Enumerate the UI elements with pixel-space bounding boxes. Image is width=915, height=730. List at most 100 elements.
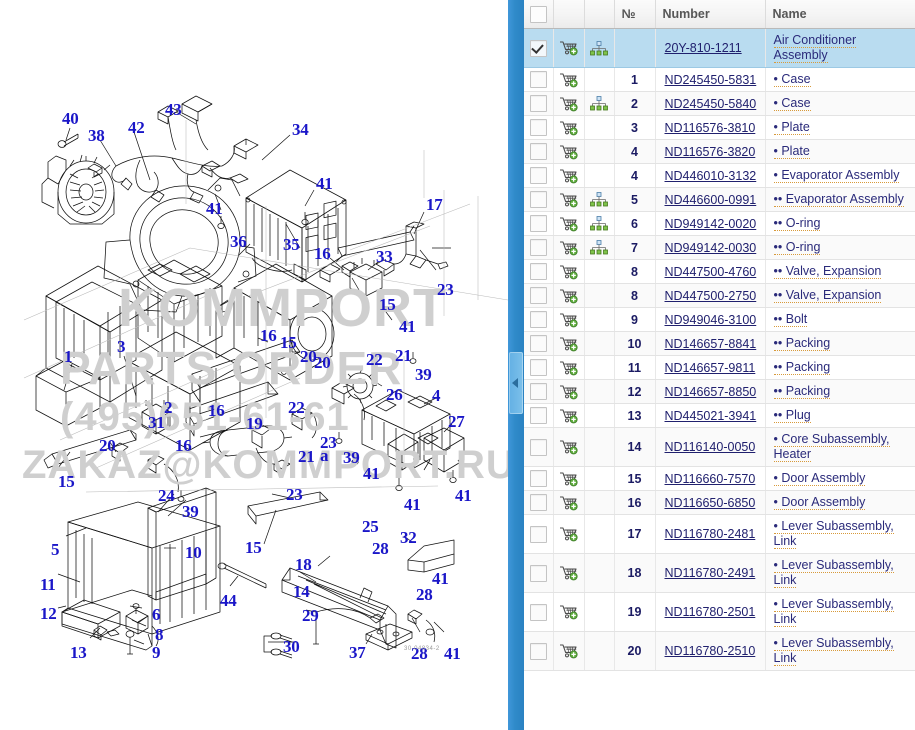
row-checkbox[interactable] <box>529 95 547 112</box>
header-number[interactable]: Number <box>655 0 766 29</box>
part-number-cell[interactable]: ND949046-3100 <box>655 307 766 332</box>
row-checkbox-cell[interactable] <box>524 490 554 515</box>
table-row[interactable]: 11 ND146657-9811 •• Packing <box>524 355 915 380</box>
row-checkbox[interactable] <box>529 438 547 456</box>
row-checkbox-cell[interactable] <box>524 403 554 428</box>
cart-cell[interactable] <box>553 259 585 284</box>
subassembly-tree-icon[interactable] <box>590 40 608 56</box>
cart-cell[interactable] <box>553 115 585 140</box>
part-number-cell[interactable]: ND146657-8841 <box>655 331 766 356</box>
cart-cell[interactable] <box>553 355 585 380</box>
cart-cell[interactable] <box>553 67 585 92</box>
header-select-all[interactable] <box>524 0 554 29</box>
row-checkbox[interactable] <box>529 71 547 88</box>
row-checkbox[interactable] <box>529 39 547 57</box>
part-number-cell[interactable]: ND116780-2501 <box>655 592 766 632</box>
row-checkbox-cell[interactable] <box>524 283 554 308</box>
cart-cell[interactable] <box>553 592 585 632</box>
part-number-cell[interactable]: ND446600-0991 <box>655 187 766 212</box>
row-checkbox-cell[interactable] <box>524 28 554 68</box>
row-checkbox[interactable] <box>529 167 547 184</box>
pane-splitter[interactable] <box>508 0 524 730</box>
part-number-cell[interactable]: ND116780-2510 <box>655 631 766 671</box>
add-to-cart-icon[interactable] <box>559 439 579 455</box>
add-to-cart-icon[interactable] <box>559 168 579 184</box>
part-number-link[interactable]: ND447500-4760 <box>665 265 757 279</box>
row-checkbox-cell[interactable] <box>524 379 554 404</box>
part-number-cell[interactable]: ND116140-0050 <box>655 427 766 467</box>
row-checkbox-cell[interactable] <box>524 355 554 380</box>
cart-cell[interactable] <box>553 403 585 428</box>
row-checkbox-cell[interactable] <box>524 91 554 116</box>
row-checkbox[interactable] <box>529 239 547 256</box>
subassembly-tree-icon[interactable] <box>590 240 608 255</box>
add-to-cart-icon[interactable] <box>559 288 579 304</box>
add-to-cart-icon[interactable] <box>559 471 579 487</box>
part-number-cell[interactable]: ND446010-3132 <box>655 163 766 188</box>
cart-cell[interactable] <box>553 28 585 68</box>
table-row[interactable]: 10 ND146657-8841 •• Packing <box>524 331 915 356</box>
cart-cell[interactable] <box>553 283 585 308</box>
part-number-link[interactable]: ND116660-7570 <box>665 472 756 486</box>
header-name[interactable]: Name <box>765 0 915 29</box>
table-row[interactable]: 5 ND446600-0991 •• Evaporator Assembly <box>524 187 915 212</box>
table-row[interactable]: 17 ND116780-2481 • Lever Subassembly, Link <box>524 514 915 554</box>
row-checkbox-cell[interactable] <box>524 631 554 671</box>
add-to-cart-icon[interactable] <box>559 240 579 256</box>
row-checkbox[interactable] <box>529 642 547 660</box>
table-row[interactable]: 9 ND949046-3100 •• Bolt <box>524 307 915 332</box>
table-row[interactable]: 20 ND116780-2510 • Lever Subassembly, Link <box>524 631 915 671</box>
part-number-link[interactable]: ND446010-3132 <box>665 169 757 183</box>
row-checkbox-cell[interactable] <box>524 307 554 332</box>
table-row[interactable]: 16 ND116650-6850 • Door Assembly <box>524 490 915 515</box>
add-to-cart-icon[interactable] <box>559 495 579 511</box>
table-row[interactable]: 8 ND447500-4760 •• Valve, Expansion <box>524 259 915 284</box>
add-to-cart-icon[interactable] <box>559 40 579 56</box>
cart-cell[interactable] <box>553 91 585 116</box>
cart-cell[interactable] <box>553 631 585 671</box>
add-to-cart-icon[interactable] <box>559 360 579 376</box>
part-number-link[interactable]: ND447500-2750 <box>665 289 757 303</box>
part-number-link[interactable]: ND949142-0030 <box>665 241 757 255</box>
add-to-cart-icon[interactable] <box>559 604 579 620</box>
part-number-link[interactable]: ND116780-2491 <box>665 566 756 580</box>
add-to-cart-icon[interactable] <box>559 216 579 232</box>
add-to-cart-icon[interactable] <box>559 72 579 88</box>
splitter-collapse-handle[interactable] <box>509 352 523 414</box>
part-number-cell[interactable]: ND245450-5840 <box>655 91 766 116</box>
row-checkbox-cell[interactable] <box>524 331 554 356</box>
cart-cell[interactable] <box>553 235 585 260</box>
part-number-link[interactable]: ND146657-9811 <box>665 361 756 375</box>
row-checkbox[interactable] <box>529 263 547 280</box>
part-number-link[interactable]: ND116576-3820 <box>665 145 756 159</box>
part-number-cell[interactable]: ND116650-6850 <box>655 490 766 515</box>
row-checkbox[interactable] <box>529 564 547 582</box>
part-number-link[interactable]: ND245450-5831 <box>665 73 757 87</box>
add-to-cart-icon[interactable] <box>559 408 579 424</box>
table-row[interactable]: 6 ND949142-0020 •• O-ring <box>524 211 915 236</box>
part-number-link[interactable]: ND446600-0991 <box>665 193 757 207</box>
part-number-link[interactable]: ND116650-6850 <box>665 496 756 510</box>
cart-cell[interactable] <box>553 331 585 356</box>
part-number-link[interactable]: ND146657-8850 <box>665 385 757 399</box>
row-checkbox-cell[interactable] <box>524 259 554 284</box>
add-to-cart-icon[interactable] <box>559 643 579 659</box>
row-checkbox-cell[interactable] <box>524 427 554 467</box>
parts-list-pane[interactable]: № Number Name 20Y-810-1211 Air Conditione… <box>524 0 915 730</box>
cart-cell[interactable] <box>553 427 585 467</box>
row-checkbox[interactable] <box>529 215 547 232</box>
table-row[interactable]: 18 ND116780-2491 • Lever Subassembly, Link <box>524 553 915 593</box>
select-all-checkbox[interactable] <box>529 5 547 23</box>
row-checkbox[interactable] <box>529 494 547 511</box>
part-number-cell[interactable]: ND146657-9811 <box>655 355 766 380</box>
row-checkbox-cell[interactable] <box>524 67 554 92</box>
part-number-link[interactable]: ND949142-0020 <box>665 217 757 231</box>
part-number-link[interactable]: 20Y-810-1211 <box>665 41 742 55</box>
add-to-cart-icon[interactable] <box>559 144 579 160</box>
cart-cell[interactable] <box>553 163 585 188</box>
row-checkbox[interactable] <box>529 359 547 376</box>
part-number-cell[interactable]: ND116576-3820 <box>655 139 766 164</box>
subassembly-tree-icon[interactable] <box>590 192 608 207</box>
part-number-link[interactable]: ND116576-3810 <box>665 121 756 135</box>
add-to-cart-icon[interactable] <box>559 120 579 136</box>
